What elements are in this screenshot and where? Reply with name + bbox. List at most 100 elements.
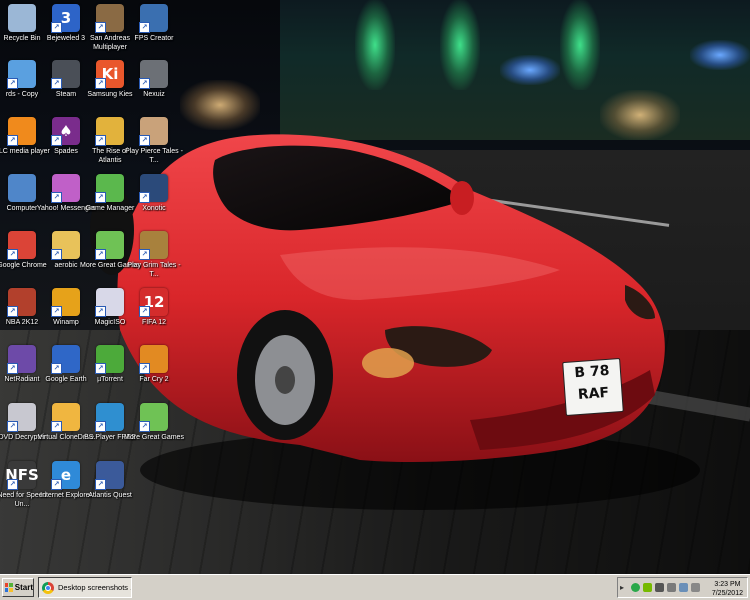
virtual-clonedrive-icon: ↗ xyxy=(51,403,80,432)
nexuiz-icon: ↗ xyxy=(139,60,168,89)
shortcut-arrow-icon: ↗ xyxy=(51,78,62,89)
shortcut-arrow-icon: ↗ xyxy=(7,306,18,317)
desktop-icon[interactable]: ↗ Play Grim Tales - T... xyxy=(127,231,181,279)
utorrent-icon: ↗ xyxy=(95,345,124,374)
folder-icon: ↗ xyxy=(51,231,80,260)
shortcut-arrow-icon: ↗ xyxy=(51,249,62,260)
desktop-icon[interactable]: 12 ↗ FIFA 12 xyxy=(132,288,176,328)
winamp-icon: ↗ xyxy=(51,288,80,317)
more-great-games-icon: ↗ xyxy=(95,231,124,260)
desktop-icon-label: Play Pierce Tales - T... xyxy=(125,148,183,164)
shortcut-arrow-icon: ↗ xyxy=(139,192,150,203)
desktop-icon[interactable]: ↗ Nexuiz xyxy=(132,60,176,100)
start-button[interactable]: Start xyxy=(2,578,34,597)
computer-icon xyxy=(8,174,36,202)
clock-date: 7/25/2012 xyxy=(711,590,743,597)
magiciso-icon: ↗ xyxy=(95,288,124,317)
shortcut-arrow-icon: ↗ xyxy=(139,363,150,374)
plate-line2: RAF xyxy=(577,384,610,404)
shortcut-arrow-icon: ↗ xyxy=(51,192,62,203)
desktop-icon-label: FIFA 12 xyxy=(141,319,167,326)
desktop-icon[interactable]: ↗ More Great Games xyxy=(124,403,184,443)
desktop-icon[interactable]: ↗ Far Cry 2 xyxy=(132,345,176,385)
san-andreas-icon: ↗ xyxy=(95,4,124,33)
shortcut-arrow-icon: ↗ xyxy=(95,22,106,33)
network-icon: ↗ xyxy=(7,60,36,89)
clock-time: 3:23 PM xyxy=(714,581,741,588)
shortcut-arrow-icon: ↗ xyxy=(7,249,18,260)
chrome-icon xyxy=(42,581,54,594)
bejeweled-icon: 3 ↗ xyxy=(51,4,80,33)
netradiant-icon: ↗ xyxy=(7,345,36,374)
samsung-kies-icon: Ki ↗ xyxy=(95,60,124,89)
shortcut-arrow-icon: ↗ xyxy=(51,306,62,317)
shortcut-arrow-icon: ↗ xyxy=(139,306,150,317)
shortcut-arrow-icon: ↗ xyxy=(7,78,18,89)
shortcut-arrow-icon: ↗ xyxy=(139,22,150,33)
shortcut-arrow-icon: ↗ xyxy=(95,192,106,203)
shortcut-arrow-icon: ↗ xyxy=(139,78,150,89)
pierce-tales-icon: ↗ xyxy=(139,117,168,146)
shortcut-arrow-icon: ↗ xyxy=(7,135,18,146)
tray-green-icon[interactable] xyxy=(631,583,640,592)
shortcut-arrow-icon: ↗ xyxy=(139,249,150,260)
shortcut-arrow-icon: ↗ xyxy=(95,249,106,260)
desktop-icon[interactable]: ↗ Play Pierce Tales - T... xyxy=(125,117,183,165)
chrome-icon: ↗ xyxy=(7,231,36,260)
nvidia-icon[interactable] xyxy=(643,583,652,592)
windows-logo-icon xyxy=(5,583,13,592)
shortcut-arrow-icon: ↗ xyxy=(139,421,150,432)
shortcut-arrow-icon: ↗ xyxy=(7,421,18,432)
desktop-icon[interactable]: ↗ Atlantis Quest xyxy=(88,461,132,501)
license-plate: B 78 RAF xyxy=(562,358,624,416)
flag-icon[interactable] xyxy=(667,583,676,592)
desktop-icon[interactable]: ↗ FPS Creator xyxy=(132,4,176,44)
desktop-icon-label: FPS Creator xyxy=(134,35,174,42)
shortcut-arrow-icon: ↗ xyxy=(7,363,18,374)
desktop-icon[interactable]: ↗ San Andreas Multiplayer xyxy=(88,4,132,52)
nba-2k12-icon: ↗ xyxy=(7,288,36,317)
tray-app-icon[interactable] xyxy=(655,583,664,592)
desktop-icon-label: Play Grim Tales - T... xyxy=(127,262,181,278)
desktop-icon-label: Far Cry 2 xyxy=(139,376,169,383)
shortcut-arrow-icon: ↗ xyxy=(139,135,150,146)
internet-explorer-icon: e ↗ xyxy=(51,461,80,490)
taskbar-item-label: Desktop screenshots ... xyxy=(58,583,132,592)
desktop-icon-label: More Great Games xyxy=(124,434,184,441)
grim-tales-icon: ↗ xyxy=(139,231,168,260)
yahoo-messenger-icon: ↗ xyxy=(51,174,80,203)
shortcut-arrow-icon: ↗ xyxy=(7,479,18,490)
shortcut-arrow-icon: ↗ xyxy=(51,479,62,490)
taskbar-item-chrome[interactable]: Desktop screenshots ... xyxy=(38,577,132,598)
shortcut-arrow-icon: ↗ xyxy=(51,135,62,146)
more-great-games-icon: ↗ xyxy=(139,403,168,432)
tray-expand-icon[interactable]: ▸ xyxy=(620,583,628,592)
taskbar: Start Desktop screenshots ... ▸ 3:23 PM … xyxy=(0,574,750,600)
shortcut-arrow-icon: ↗ xyxy=(51,421,62,432)
vlc-icon: ↗ xyxy=(7,117,36,146)
rise-of-atlantis-icon: ↗ xyxy=(95,117,124,146)
network-icon[interactable] xyxy=(679,583,688,592)
desktop-icon[interactable]: NFS ↗ Need for Speed Un... xyxy=(0,461,47,509)
bsplayer-icon: ↗ xyxy=(95,403,124,432)
game-manager-icon: ↗ xyxy=(95,174,124,203)
desktop-icon-label: Atlantis Quest xyxy=(88,492,132,499)
desktop-icon-label: Xonotic xyxy=(142,205,166,212)
shortcut-arrow-icon: ↗ xyxy=(95,363,106,374)
recycle-bin-icon xyxy=(8,4,36,32)
start-label: Start xyxy=(14,583,33,592)
google-earth-icon: ↗ xyxy=(51,345,80,374)
shortcut-arrow-icon: ↗ xyxy=(95,135,106,146)
shortcut-arrow-icon: ↗ xyxy=(51,22,62,33)
fps-creator-icon: ↗ xyxy=(139,4,168,33)
clock[interactable]: 3:23 PM 7/25/2012 xyxy=(712,580,743,598)
shortcut-arrow-icon: ↗ xyxy=(95,421,106,432)
steam-icon: ↗ xyxy=(51,60,80,89)
shortcut-arrow-icon: ↗ xyxy=(51,363,62,374)
desktop-icon[interactable]: ↗ Xonotic xyxy=(132,174,176,214)
shortcut-arrow-icon: ↗ xyxy=(95,479,106,490)
desktop-icon-label: Nexuiz xyxy=(143,91,165,98)
atlantis-quest-icon: ↗ xyxy=(95,461,124,490)
far-cry-2-icon: ↗ xyxy=(139,345,168,374)
volume-icon[interactable] xyxy=(691,583,700,592)
